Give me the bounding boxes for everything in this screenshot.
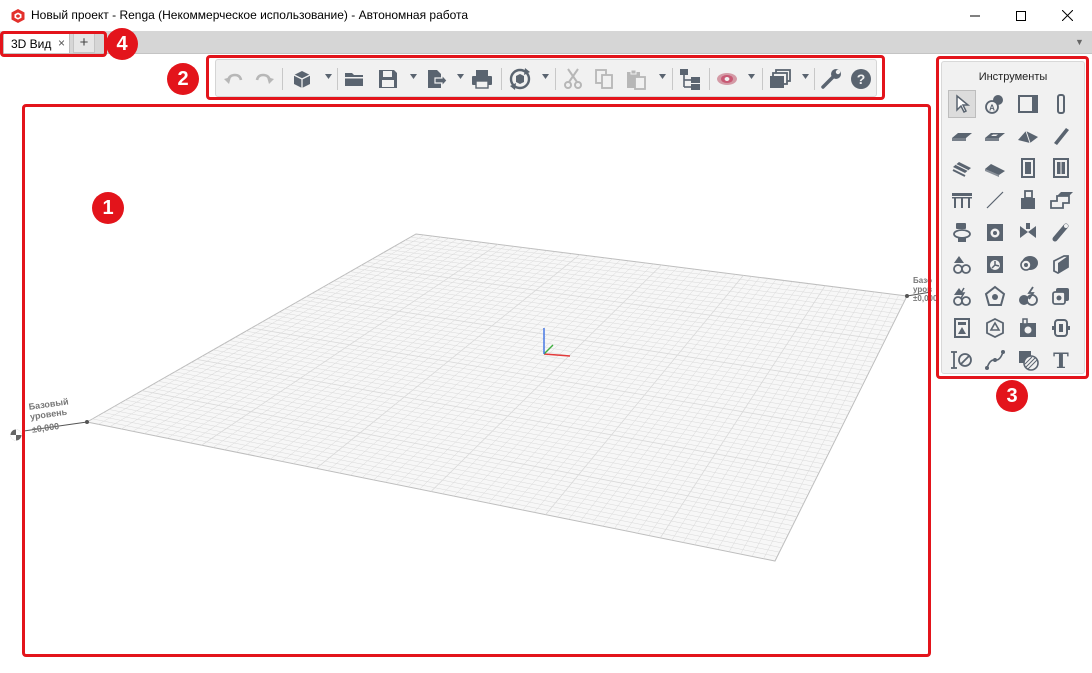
tab-list-chevron-icon[interactable]: ▼	[1075, 37, 1084, 47]
level-marker-icon[interactable]	[10, 429, 22, 441]
callout-badge-4: 4	[106, 28, 138, 60]
callout-box-toolbar	[206, 55, 885, 100]
renga-logo-icon	[11, 9, 25, 23]
window-title: Новый проект - Renga (Некоммерческое исп…	[31, 8, 469, 22]
callout-badge-1: 1	[92, 192, 124, 224]
callout-box-tools-panel	[936, 56, 1089, 379]
callout-box-viewport	[22, 104, 931, 657]
maximize-icon	[1016, 10, 1026, 21]
maximize-button[interactable]	[998, 0, 1044, 31]
close-icon	[1061, 10, 1073, 21]
callout-box-tabs	[0, 31, 107, 57]
minimize-icon	[970, 15, 980, 16]
callout-badge-3: 3	[996, 380, 1028, 412]
minimize-button[interactable]	[952, 0, 998, 31]
tab-bar	[0, 31, 1092, 54]
close-button[interactable]	[1044, 0, 1090, 31]
title-bar: Новый проект - Renga (Некоммерческое исп…	[0, 0, 1092, 31]
callout-badge-2: 2	[167, 63, 199, 95]
